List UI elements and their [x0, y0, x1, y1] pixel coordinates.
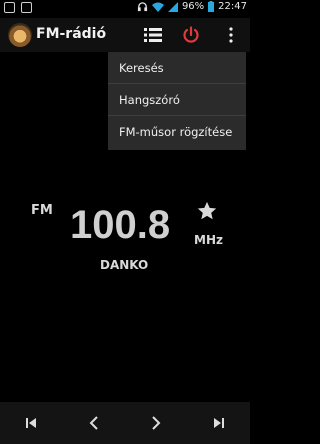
seek-next-icon — [214, 418, 224, 428]
seek-previous-icon — [26, 418, 36, 428]
clock: 22:47 — [218, 1, 247, 12]
notification-icon — [4, 2, 15, 13]
menu-item-record[interactable]: FM-műsor rögzítése — [108, 116, 246, 148]
station-name: DANKO — [100, 258, 149, 272]
favorite-button[interactable] — [196, 200, 218, 226]
image-icon — [21, 2, 32, 13]
step-back-button[interactable] — [82, 411, 106, 435]
status-left-icons — [4, 2, 32, 13]
overflow-menu-icon — [229, 27, 233, 43]
seek-next-button[interactable] — [207, 411, 231, 435]
frequency-display: 100.8 — [70, 203, 171, 247]
step-forward-button[interactable] — [144, 411, 168, 435]
app-title: FM-rádió — [36, 26, 107, 42]
radio-app-icon[interactable] — [8, 23, 32, 47]
action-bar: FM-rádió — [0, 18, 250, 52]
signal-icon — [167, 1, 178, 12]
band-label: FM — [31, 203, 53, 218]
headphones-icon — [137, 2, 148, 12]
power-icon — [183, 26, 199, 43]
step-forward-icon — [152, 416, 161, 430]
status-right: 96% 22:47 — [137, 1, 247, 12]
seek-previous-button[interactable] — [19, 411, 43, 435]
unit-label: MHz — [194, 233, 223, 247]
control-bar — [0, 402, 250, 444]
battery-percent: 96% — [181, 1, 205, 12]
star-icon — [197, 201, 217, 220]
list-icon — [144, 28, 162, 42]
menu-item-speaker[interactable]: Hangszóró — [108, 84, 246, 116]
menu-item-search[interactable]: Keresés — [108, 52, 246, 84]
overflow-menu: Keresés Hangszóró FM-műsor rögzítése — [108, 52, 246, 150]
power-button[interactable] — [178, 22, 204, 48]
status-bar: 96% 22:47 — [0, 0, 250, 18]
battery-icon — [208, 1, 215, 12]
overflow-menu-button[interactable] — [218, 22, 244, 48]
wifi-icon — [151, 2, 164, 12]
list-button[interactable] — [140, 22, 166, 48]
step-back-icon — [89, 416, 98, 430]
